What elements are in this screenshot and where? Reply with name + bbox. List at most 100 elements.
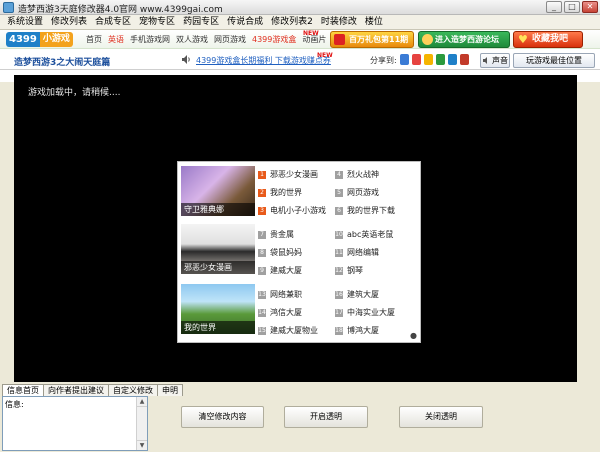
paw-icon: ● bbox=[410, 331, 417, 340]
list-item[interactable]: 6 我的世界下载 bbox=[335, 205, 395, 216]
nav-mobile-games[interactable]: 手机游戏网 bbox=[130, 34, 170, 45]
info-textarea[interactable]: 信息: ▲ ▼ bbox=[2, 396, 148, 451]
list-item-label: 鸿信大厦 bbox=[270, 308, 302, 317]
list-item-label: 袋鼠妈妈 bbox=[270, 248, 302, 257]
enable-transparency-button[interactable]: 开启透明 bbox=[284, 406, 368, 428]
list-item-label: 烈火战神 bbox=[347, 170, 379, 179]
maximize-icon[interactable]: □ bbox=[564, 1, 580, 13]
list-item[interactable]: 15 建威大厦物业 bbox=[258, 325, 318, 336]
list-item-label: 我的世界 bbox=[270, 188, 302, 197]
list-item[interactable]: 11 网络编辑 bbox=[335, 247, 379, 258]
nav-web-games[interactable]: 网页游戏 bbox=[214, 34, 246, 45]
ad-thumb-caption: 邪恶少女漫画 bbox=[181, 261, 255, 274]
scroll-up-icon[interactable]: ▲ bbox=[137, 397, 147, 407]
list-item-label: 建威大厦 bbox=[270, 266, 302, 275]
rank-number: 18 bbox=[335, 326, 343, 335]
menu-item-pets[interactable]: 宠物专区 bbox=[135, 15, 179, 30]
logo-main: 4399 bbox=[6, 32, 40, 47]
nav-english[interactable]: 英语 bbox=[108, 34, 124, 45]
list-item[interactable]: 13 网络兼职 bbox=[258, 289, 302, 300]
promo-new-badge: NEW bbox=[317, 52, 333, 59]
game-title: 造梦西游3之大闹天庭篇 bbox=[14, 58, 111, 68]
list-item[interactable]: 18 博鸿大厦 bbox=[335, 325, 379, 336]
sound-button[interactable]: 声音 bbox=[480, 53, 510, 68]
menu-item-modify-list[interactable]: 修改列表 bbox=[47, 15, 91, 30]
game-canvas[interactable]: 游戏加载中，请稍候.... 守卫雅典娜 1 邪恶少女漫画 2 我的世界 3 电机小子小… bbox=[14, 75, 577, 382]
menu-item-synthesis[interactable]: 合成专区 bbox=[91, 15, 135, 30]
list-item[interactable]: 8 袋鼠妈妈 bbox=[258, 247, 302, 258]
rank-number: 7 bbox=[258, 230, 266, 239]
menu-item-fashion[interactable]: 时装修改 bbox=[317, 15, 361, 30]
ad-thumb-caption: 我的世界 bbox=[181, 321, 255, 334]
clear-changes-button[interactable]: 清空修改内容 bbox=[181, 406, 264, 428]
loading-text: 游戏加载中，请稍候.... bbox=[28, 88, 121, 98]
share-icons bbox=[400, 54, 469, 65]
list-item-label: 建筑大厦 bbox=[347, 290, 379, 299]
qq-icon[interactable] bbox=[400, 54, 409, 65]
qzone-icon[interactable] bbox=[424, 54, 433, 65]
gift-pack-label: 百万礼包第11期 bbox=[349, 35, 409, 44]
close-icon[interactable]: ✕ bbox=[582, 1, 598, 13]
list-item[interactable]: 17 中海实业大厦 bbox=[335, 307, 395, 318]
rank-number: 14 bbox=[258, 308, 266, 317]
disable-transparency-button[interactable]: 关闭透明 bbox=[399, 406, 483, 428]
list-item[interactable]: 7 贵金属 bbox=[258, 229, 294, 240]
ad-thumb-2[interactable]: 邪恶少女漫画 bbox=[181, 224, 255, 274]
list-item[interactable]: 16 建筑大厦 bbox=[335, 289, 379, 300]
tab-bar: 信息首页 向作者提出建议 自定义修改 申明 bbox=[2, 384, 183, 396]
scrollbar[interactable]: ▲ ▼ bbox=[136, 397, 147, 450]
speaker-icon bbox=[182, 55, 190, 64]
list-item-label: 博鸿大厦 bbox=[347, 326, 379, 335]
nav-home[interactable]: 首页 bbox=[86, 34, 102, 45]
logo-sub: 小游戏 bbox=[39, 32, 73, 47]
gift-pack-button[interactable]: 百万礼包第11期 bbox=[330, 31, 414, 48]
list-item[interactable]: 10 abc英语老鼠 bbox=[335, 229, 393, 240]
menu-bar: 系统设置 修改列表 合成专区 宠物专区 药园专区 传说合成 修改列表2 时装修改… bbox=[0, 15, 600, 30]
rank-number: 3 bbox=[258, 206, 266, 215]
rank-number: 6 bbox=[335, 206, 343, 215]
rank-number: 11 bbox=[335, 248, 343, 257]
menu-item-legend-synthesis[interactable]: 传说合成 bbox=[223, 15, 267, 30]
list-item[interactable]: 5 网页游戏 bbox=[335, 187, 379, 198]
rank-number: 15 bbox=[258, 326, 266, 335]
weibo-icon[interactable] bbox=[412, 54, 421, 65]
list-item[interactable]: 12 钢琴 bbox=[335, 265, 363, 276]
forum-button[interactable]: 进入造梦西游论坛 bbox=[418, 31, 510, 48]
scroll-down-icon[interactable]: ▼ bbox=[137, 440, 147, 450]
tab-statement[interactable]: 申明 bbox=[157, 384, 183, 396]
promo-link[interactable]: 4399游戏盒长期福利 下载游戏赚点券 bbox=[196, 55, 331, 66]
menu-item-system[interactable]: 系统设置 bbox=[3, 15, 47, 30]
menu-item-modify-list-2[interactable]: 修改列表2 bbox=[267, 15, 317, 30]
list-item[interactable]: 1 邪恶少女漫画 bbox=[258, 169, 318, 180]
gift-icon bbox=[334, 34, 345, 45]
app-icon bbox=[3, 2, 14, 13]
nav-two-player[interactable]: 双人游戏 bbox=[176, 34, 208, 45]
tencent-weibo-icon[interactable] bbox=[448, 54, 457, 65]
list-item[interactable]: 4 烈火战神 bbox=[335, 169, 379, 180]
list-item[interactable]: 3 电机小子小游戏 bbox=[258, 205, 326, 216]
app-window: 造梦西游3天庭修改器4.0官网 www.4399gai.com _ □ ✕ 系统… bbox=[0, 0, 600, 452]
favorite-button[interactable]: ♥ 收藏我吧 bbox=[513, 31, 583, 48]
renren-icon[interactable] bbox=[436, 54, 445, 65]
tab-suggestion[interactable]: 向作者提出建议 bbox=[43, 384, 109, 396]
rank-number: 13 bbox=[258, 290, 266, 299]
tab-info-home[interactable]: 信息首页 bbox=[2, 384, 44, 396]
list-item[interactable]: 2 我的世界 bbox=[258, 187, 302, 198]
site-logo[interactable]: 4399 小游戏 bbox=[6, 32, 73, 47]
favorite-label: 收藏我吧 bbox=[532, 34, 569, 44]
list-item[interactable]: 14 鸿信大厦 bbox=[258, 307, 302, 318]
tab-custom-modify[interactable]: 自定义修改 bbox=[108, 384, 158, 396]
game-ad-panel: 守卫雅典娜 1 邪恶少女漫画 2 我的世界 3 电机小子小游戏 4 烈火战神 5 网页游戏… bbox=[177, 161, 421, 343]
ad-thumb-3[interactable]: 我的世界 bbox=[181, 284, 255, 334]
minimize-icon[interactable]: _ bbox=[546, 1, 562, 13]
ad-thumb-caption: 守卫雅典娜 bbox=[181, 203, 255, 216]
list-item[interactable]: 9 建威大厦 bbox=[258, 265, 302, 276]
title-bar[interactable]: 造梦西游3天庭修改器4.0官网 www.4399gai.com _ □ ✕ bbox=[0, 0, 600, 15]
rank-number: 2 bbox=[258, 188, 266, 197]
douban-icon[interactable] bbox=[460, 54, 469, 65]
ad-thumb-1[interactable]: 守卫雅典娜 bbox=[181, 166, 255, 216]
nav-game-box[interactable]: 4399游戏盒 bbox=[252, 34, 296, 45]
best-position-button[interactable]: 玩游戏最佳位置 bbox=[513, 53, 595, 68]
menu-item-floor[interactable]: 楼位 bbox=[361, 15, 387, 30]
menu-item-herb-garden[interactable]: 药园专区 bbox=[179, 15, 223, 30]
